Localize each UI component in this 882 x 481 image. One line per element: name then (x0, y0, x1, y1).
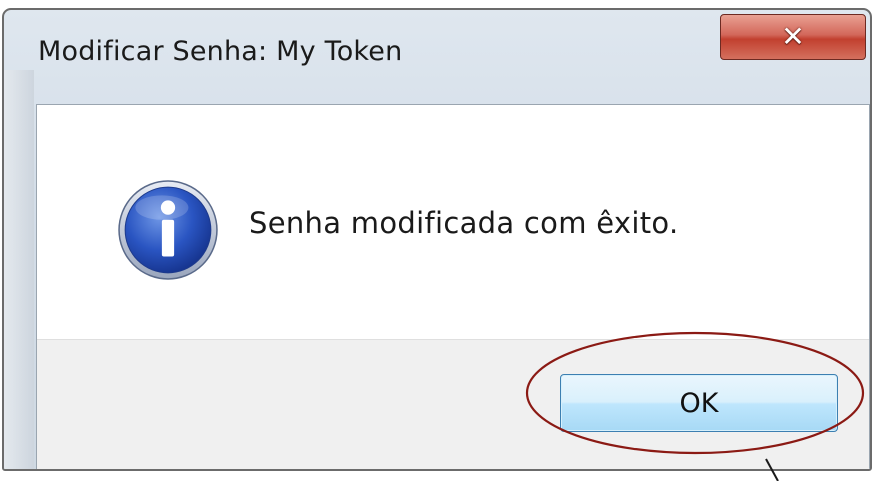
ok-button[interactable]: OK (560, 374, 838, 432)
message-text: Senha modificada com êxito. (249, 206, 679, 240)
message-panel: Senha modificada com êxito. (37, 105, 869, 339)
close-icon: ✕ (781, 20, 805, 53)
message-dialog: Modificar Senha: My Token ✕ Senha modifi… (2, 8, 872, 471)
close-button[interactable]: ✕ (720, 14, 866, 60)
screenshot-stage: Modificar Senha: My Token ✕ Senha modifi… (0, 0, 882, 481)
info-icon (118, 180, 218, 280)
dialog-client-area: Senha modificada com êxito. OK (36, 104, 870, 469)
window-frame-edge (4, 70, 34, 469)
window-title: Modificar Senha: My Token (38, 36, 403, 67)
button-panel: OK (37, 339, 869, 469)
